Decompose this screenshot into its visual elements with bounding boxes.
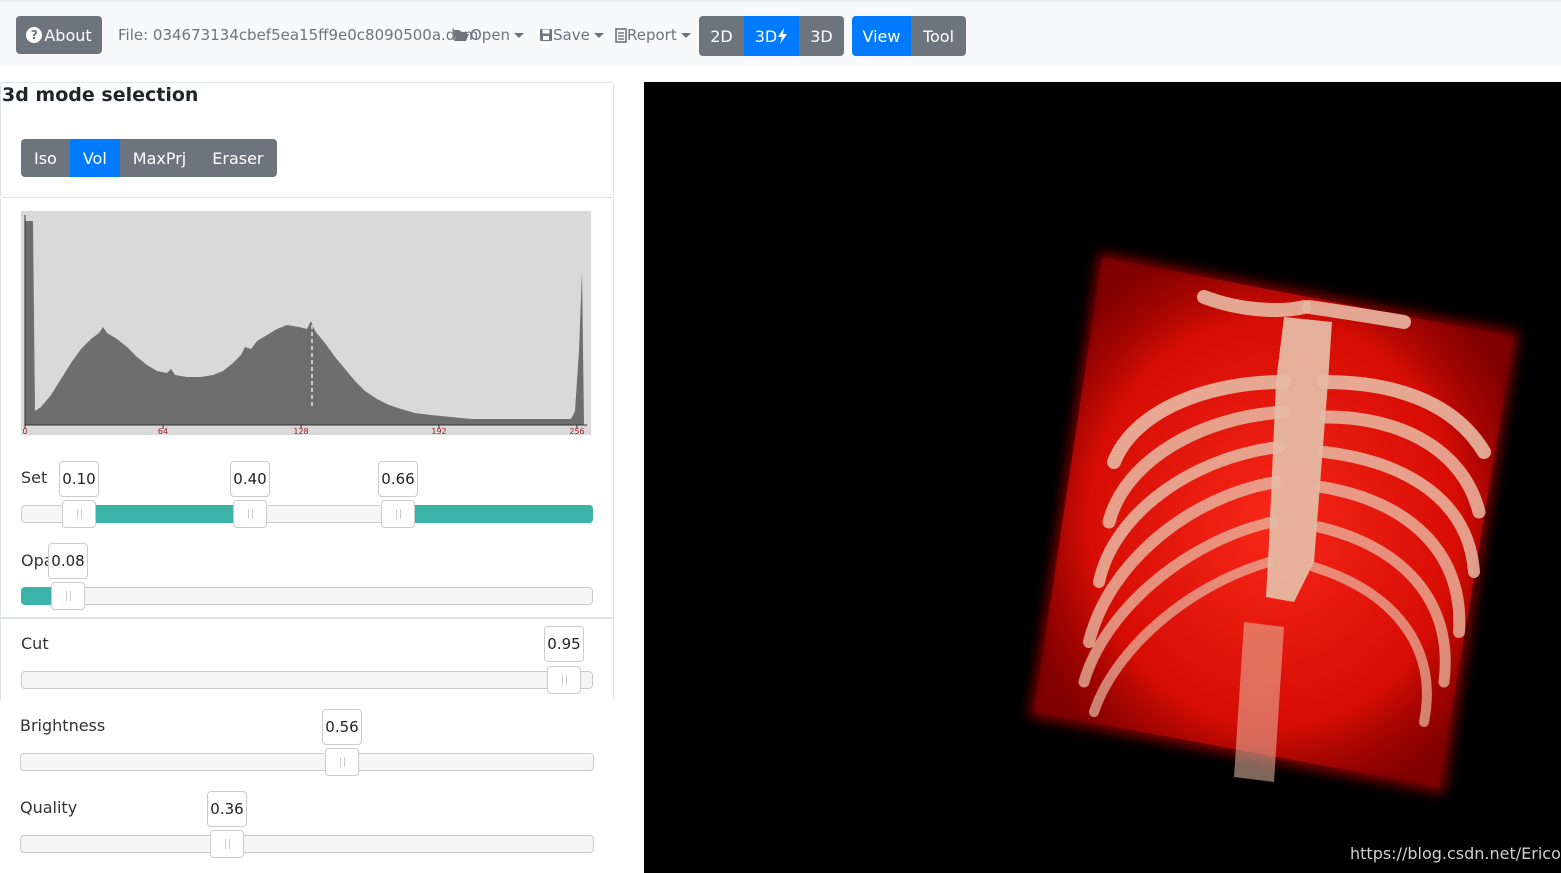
chevron-down-icon xyxy=(593,32,604,38)
mode-maxprj-button[interactable]: MaxPrj xyxy=(119,139,200,177)
mode-2d-label: 2D xyxy=(710,26,733,46)
set-value-2: 0.40 xyxy=(230,461,270,497)
about-button[interactable]: ? About xyxy=(16,16,102,54)
folder-open-icon xyxy=(454,30,469,41)
set-slider-range-1 xyxy=(79,505,250,523)
set-slider-handle-1[interactable] xyxy=(62,500,96,528)
mode-2d-button[interactable]: 2D xyxy=(699,16,744,56)
mode-iso-button[interactable]: Iso xyxy=(21,139,70,177)
chevron-down-icon xyxy=(680,32,691,38)
lightning-icon xyxy=(778,28,788,44)
volume-render-viewport[interactable] xyxy=(644,82,1561,873)
watermark-text: https://blog.csdn.net/Ericohe xyxy=(1350,844,1561,863)
cut-slider-track[interactable] xyxy=(21,671,593,689)
report-menu[interactable]: Report xyxy=(615,26,691,44)
view-label: View xyxy=(862,26,901,46)
tool-label: Tool xyxy=(922,26,955,46)
cut-value: 0.95 xyxy=(544,626,584,662)
set-value-1: 0.10 xyxy=(59,461,99,497)
cut-slider-handle[interactable] xyxy=(547,666,581,694)
ribcage-volume-render xyxy=(1029,252,1519,794)
about-label: About xyxy=(44,25,92,45)
opacity-slider-track[interactable] xyxy=(21,587,593,605)
floppy-icon xyxy=(540,29,552,41)
mode-vol-button[interactable]: Vol xyxy=(69,139,120,177)
histogram-tick-label: 192 xyxy=(431,427,446,435)
view-mode-group: 2D 3D 3D xyxy=(699,16,844,56)
tool-button[interactable]: Tool xyxy=(911,16,966,56)
brightness-slider-handle[interactable] xyxy=(325,748,359,776)
brightness-label: Brightness xyxy=(20,716,106,735)
set-slider-handle-2[interactable] xyxy=(233,500,267,528)
open-menu[interactable]: Open xyxy=(453,26,525,44)
set-label: Set xyxy=(21,468,48,487)
mode-eraser-button[interactable]: Eraser xyxy=(199,139,277,177)
open-label: Open xyxy=(470,26,511,44)
document-icon xyxy=(615,27,627,43)
mode-3d-fast-label: 3D xyxy=(754,26,778,46)
quality-slider-handle[interactable] xyxy=(210,830,244,858)
cut-label: Cut xyxy=(21,634,49,653)
mode-3d-button[interactable]: 3D xyxy=(799,16,844,56)
report-label: Report xyxy=(627,26,677,44)
top-toolbar: ? About File: 034673134cbef5ea15ff9e0c80… xyxy=(0,0,1561,66)
set-slider-range-2 xyxy=(398,505,593,523)
mode-3d-label: 3D xyxy=(810,26,833,46)
histogram-tick-label: 0 xyxy=(22,427,27,435)
brightness-value: 0.56 xyxy=(322,709,362,745)
save-label: Save xyxy=(553,26,590,44)
quality-label: Quality xyxy=(20,798,78,817)
quality-value: 0.36 xyxy=(207,791,247,827)
mode-maxprj-label: MaxPrj xyxy=(132,148,187,168)
set-slider-handle-3[interactable] xyxy=(381,500,415,528)
opacity-slider-handle[interactable] xyxy=(51,582,85,610)
tool-group: View Tool xyxy=(852,16,966,56)
save-menu[interactable]: Save xyxy=(539,26,604,44)
quality-slider-track[interactable] xyxy=(20,835,594,853)
opacity-value: 0.08 xyxy=(48,543,88,579)
brightness-slider-track[interactable] xyxy=(20,753,594,771)
mode-vol-label: Vol xyxy=(82,148,107,168)
mode-iso-label: Iso xyxy=(34,148,57,168)
histogram-tick-label: 64 xyxy=(158,427,168,435)
chevron-down-icon xyxy=(514,32,525,38)
file-name-label: File: 034673134cbef5ea15ff9e0c8090500a.d… xyxy=(118,26,479,44)
histogram-tick-label: 256 xyxy=(569,427,584,435)
question-circle-icon: ? xyxy=(26,27,43,43)
render-mode-group: Iso Vol MaxPrj Eraser xyxy=(21,139,277,177)
mode-selection-title: 3d mode selection xyxy=(2,84,199,106)
mode-3d-fast-button[interactable]: 3D xyxy=(744,16,799,56)
histogram-tick-label: 128 xyxy=(293,427,308,435)
mode-eraser-label: Eraser xyxy=(212,148,264,168)
set-value-3: 0.66 xyxy=(378,461,418,497)
view-button[interactable]: View xyxy=(852,16,911,56)
intensity-histogram: 0 64 128 192 256 xyxy=(21,211,591,435)
